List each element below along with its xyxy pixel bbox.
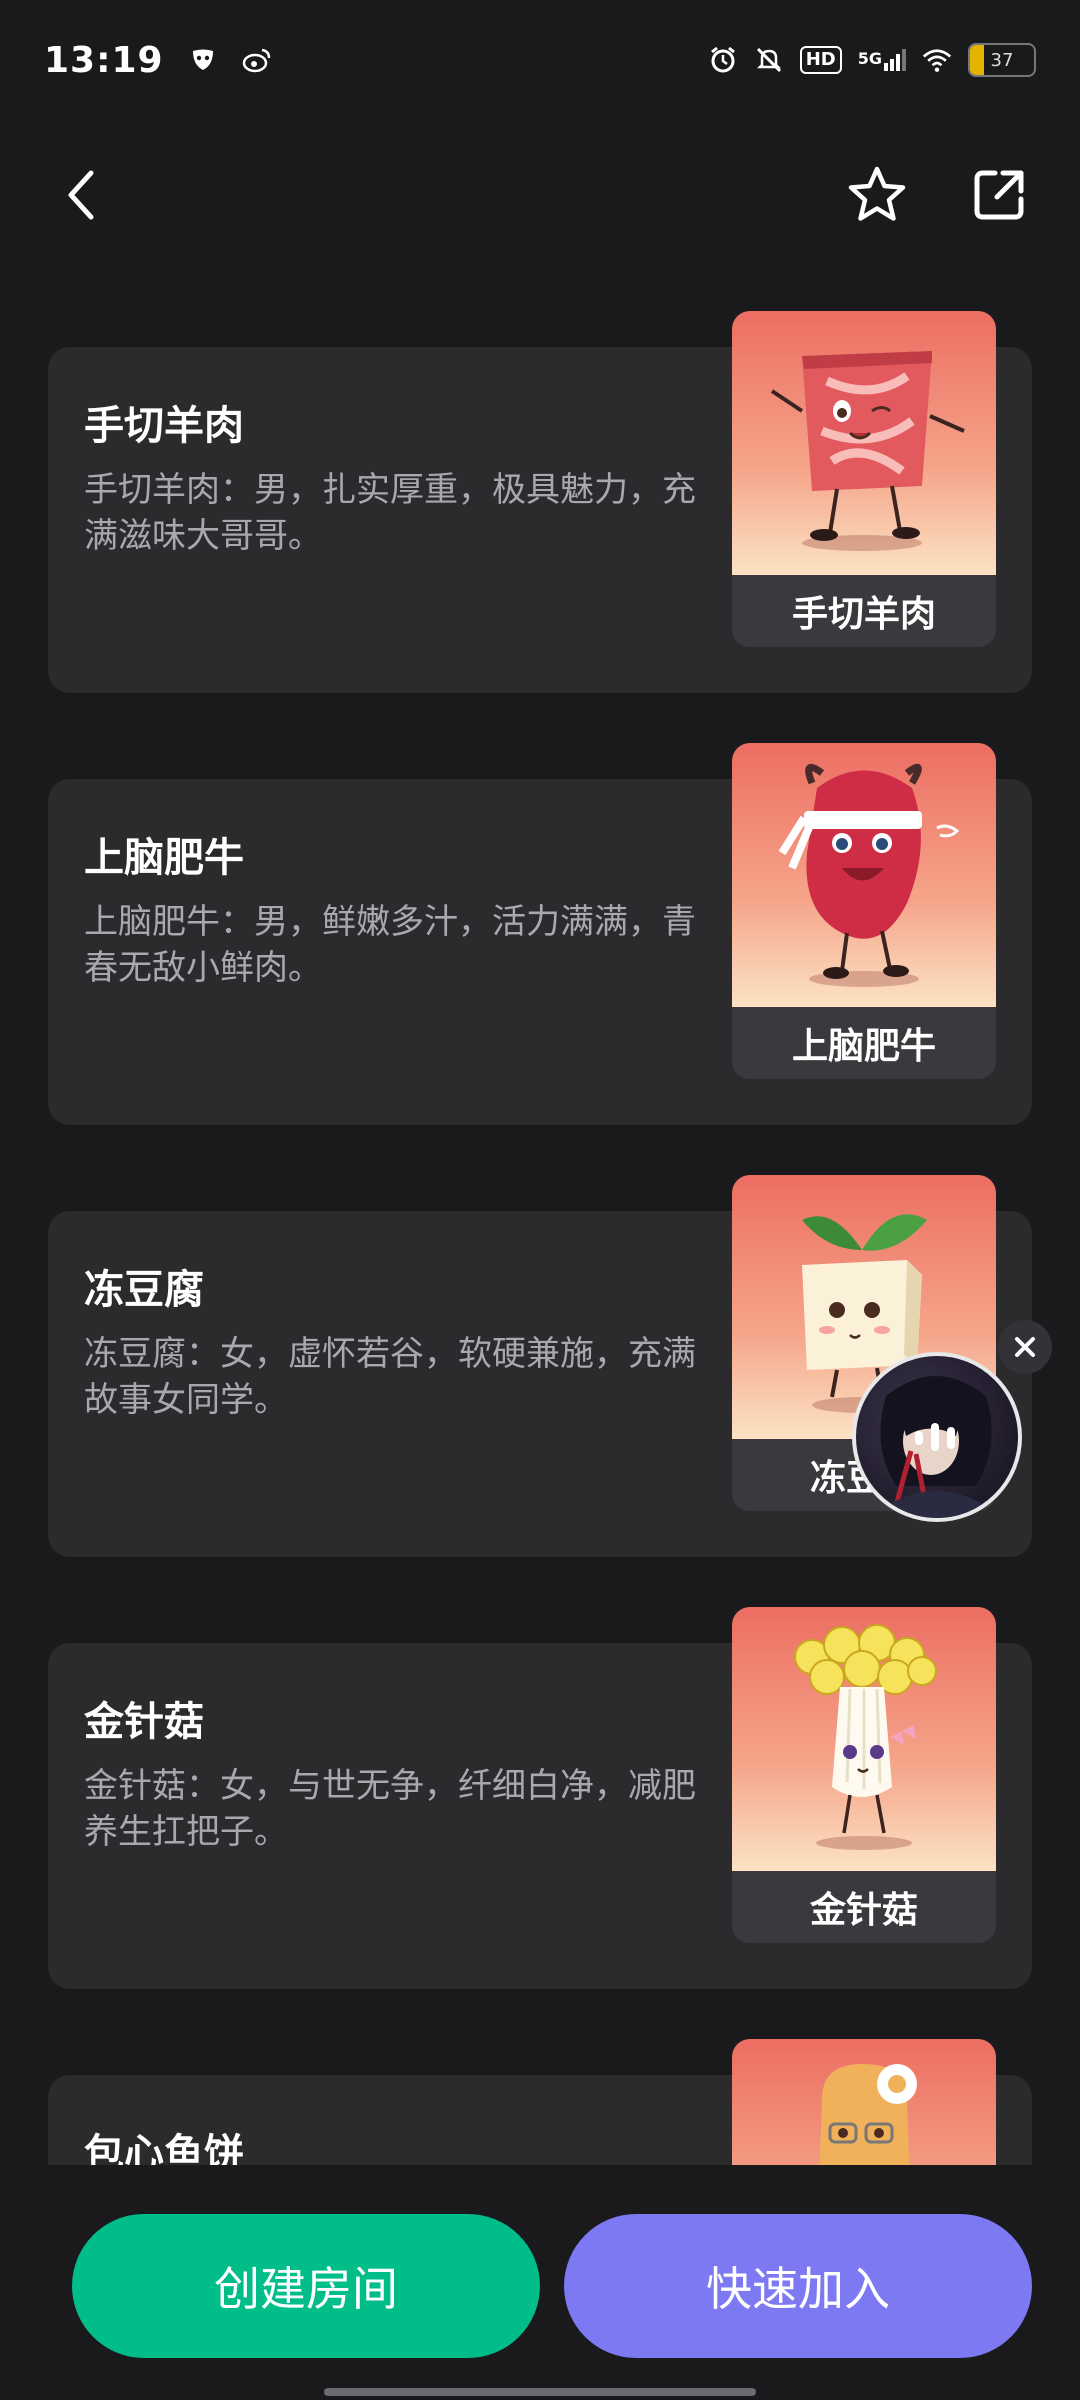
quick-join-button[interactable]: 快速加入 <box>564 2214 1032 2358</box>
battery-icon: 37 <box>968 43 1036 77</box>
character-tile[interactable]: 上脑肥牛 <box>732 743 996 1079</box>
battery-level: 37 <box>990 49 1014 71</box>
network-label: 5G <box>857 49 882 68</box>
card-description: 金针菇：女，与世无争，纤细白净，减肥养生扛把子。 <box>84 1766 696 1852</box>
share-icon <box>974 170 1024 220</box>
card-title: 冻豆腐 <box>84 1267 204 1313</box>
top-bar <box>0 140 1080 250</box>
back-button[interactable] <box>46 160 116 230</box>
share-button[interactable] <box>964 160 1034 230</box>
character-card-beef[interactable]: 上脑肥牛 上脑肥牛：男，鲜嫩多汁，活力满满，青春无敌小鲜肉。 上脑肥牛 <box>48 743 1032 1125</box>
character-illustration <box>732 311 996 575</box>
card-title: 手切羊肉 <box>84 403 244 449</box>
signal-5g-icon: 5G <box>858 49 906 71</box>
floating-audio-player[interactable] <box>852 1352 1022 1522</box>
character-tile[interactable]: 金针菇 <box>732 1607 996 1943</box>
alarm-icon <box>708 45 738 75</box>
create-room-button[interactable]: 创建房间 <box>72 2214 540 2358</box>
character-illustration <box>732 2039 996 2165</box>
character-illustration <box>732 1607 996 1871</box>
card-description: 冻豆腐：女，虚怀若谷，软硬兼施，充满故事女同学。 <box>84 1334 696 1420</box>
star-icon <box>848 166 906 221</box>
card-description: 手切羊肉：男，扎实厚重，极具魅力，充满滋味大哥哥。 <box>84 470 696 556</box>
card-title: 上脑肥牛 <box>84 835 244 881</box>
home-indicator[interactable] <box>324 2388 756 2396</box>
card-description: 上脑肥牛：男，鲜嫩多汁，活力满满，青春无敌小鲜肉。 <box>84 902 696 988</box>
character-card-fishcake[interactable]: 包心鱼饼 <box>48 2039 1032 2165</box>
favorite-button[interactable] <box>842 160 912 230</box>
wifi-icon <box>922 45 952 75</box>
status-bar: 13:19 HD 5G 37 <box>0 0 1080 120</box>
mask-icon <box>188 45 218 75</box>
character-tile[interactable] <box>732 2039 996 2165</box>
status-time: 13:19 <box>44 39 164 81</box>
character-card-mushroom[interactable]: 金针菇 金针菇：女，与世无争，纤细白净，减肥养生扛把子。 金针菇 <box>48 1607 1032 1989</box>
character-list[interactable]: 手切羊肉 手切羊肉：男，扎实厚重，极具魅力，充满滋味大哥哥。 手切羊肉 上脑肥牛… <box>0 245 1080 2165</box>
tile-label: 上脑肥牛 <box>732 1007 996 1079</box>
audio-wave-icon <box>915 1423 955 1451</box>
tile-label: 手切羊肉 <box>732 575 996 647</box>
character-tile[interactable]: 手切羊肉 <box>732 311 996 647</box>
hd-icon: HD <box>799 46 842 74</box>
tile-label: 金针菇 <box>732 1871 996 1943</box>
bottom-bar: 创建房间 快速加入 <box>0 2166 1080 2400</box>
mute-icon <box>754 45 784 75</box>
character-illustration <box>732 743 996 1007</box>
character-card-lamb[interactable]: 手切羊肉 手切羊肉：男，扎实厚重，极具魅力，充满滋味大哥哥。 手切羊肉 <box>48 311 1032 693</box>
weibo-icon <box>242 45 272 75</box>
card-title: 包心鱼饼 <box>84 2131 244 2165</box>
card-title: 金针菇 <box>84 1699 204 1745</box>
back-arrow-icon <box>68 170 94 220</box>
